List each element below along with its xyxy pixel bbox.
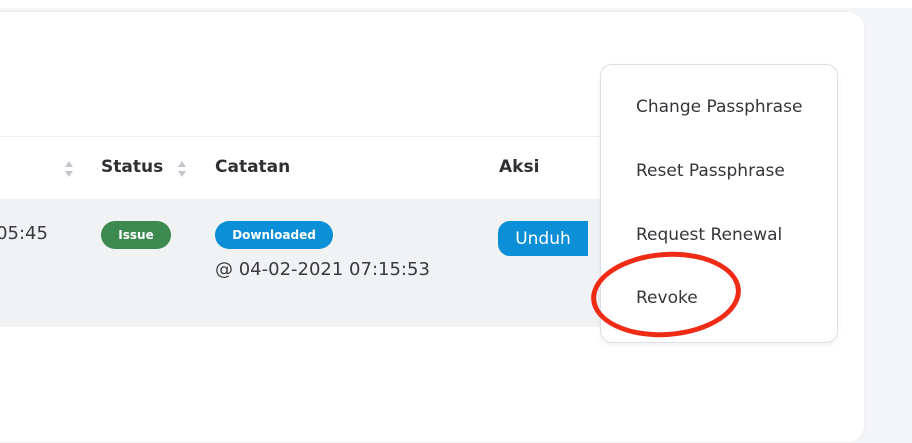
menu-item-reset-passphrase[interactable]: Reset Passphrase [636,161,785,181]
menu-item-request-renewal[interactable]: Request Renewal [636,225,782,245]
column-header-catatan[interactable]: Catatan [215,157,290,177]
catatan-timestamp: @ 04-02-2021 07:15:53 [215,259,430,280]
action-dropdown-menu: Change Passphrase Reset Passphrase Reque… [600,64,838,343]
menu-item-revoke[interactable]: Revoke [636,288,698,308]
sort-icon[interactable] [64,160,74,178]
time-cell: :05:45 [0,223,48,244]
status-badge: Issue [101,221,171,249]
catatan-badge: Downloaded [215,221,333,249]
menu-item-change-passphrase[interactable]: Change Passphrase [636,97,802,117]
sort-icon[interactable] [177,160,187,178]
top-strip [0,0,912,8]
unduh-button[interactable]: Unduh [498,221,588,256]
column-header-aksi: Aksi [499,157,540,177]
column-header-status[interactable]: Status [101,157,163,177]
